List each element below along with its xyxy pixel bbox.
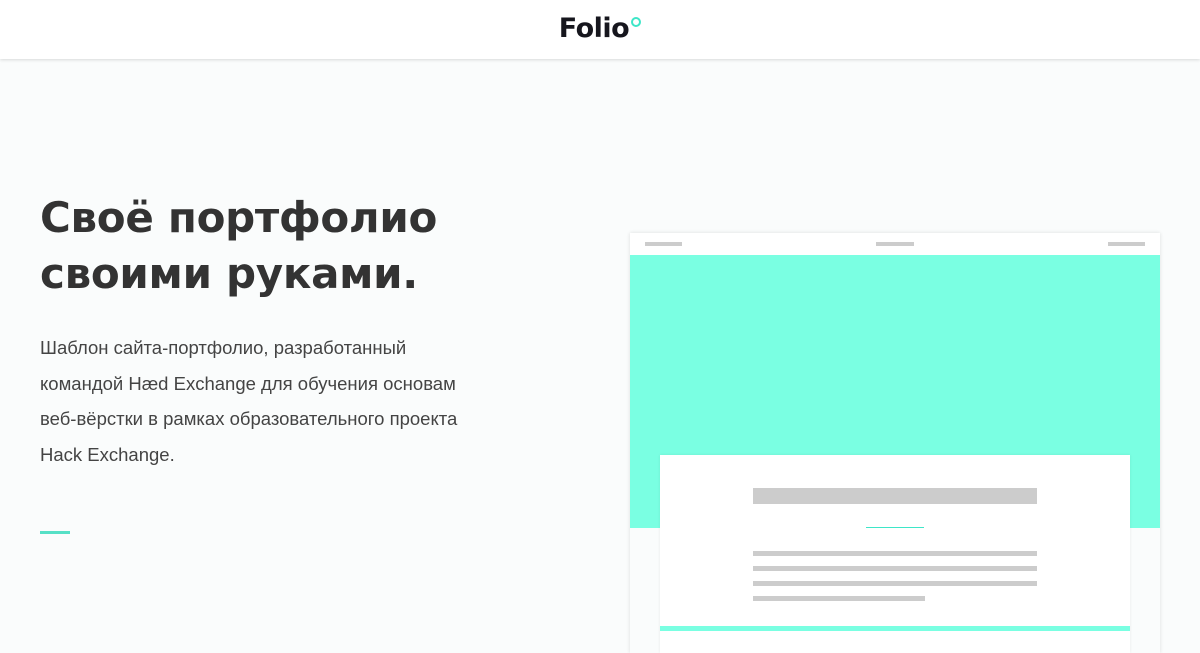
hero-headline-line-2: своими руками.	[40, 249, 418, 298]
hero-headline-line-1: Своё портфолио	[40, 193, 438, 242]
mockup-text-line	[753, 581, 1037, 586]
mockup-text-line	[753, 566, 1037, 571]
logo-text: Folio	[558, 13, 630, 44]
logo[interactable]: Folio	[0, 12, 1200, 46]
hero-description-line-1: Шаблон сайта-портфолио, разработанный	[40, 337, 407, 358]
hero-description: Шаблон сайта-портфолио, разработанный ко…	[40, 330, 510, 472]
site-header: Folio	[0, 0, 1200, 59]
mockup-text-line	[753, 551, 1037, 556]
mockup-accent-line	[866, 527, 924, 528]
mockup-nav-placeholder-right	[1108, 242, 1145, 246]
website-mockup	[630, 233, 1160, 653]
mockup-nav-placeholder-left	[645, 242, 682, 246]
mockup-title-placeholder	[753, 488, 1037, 504]
hero-description-line-3: веб-вёрстки в рамках образовательного пр…	[40, 408, 458, 429]
mockup-card-accent-bar	[660, 626, 1130, 631]
mockup-nav-placeholder-center	[876, 242, 914, 246]
hero-headline: Своё портфолио своими руками.	[40, 190, 560, 302]
mockup-text-line	[753, 596, 925, 601]
ring-dot-icon	[631, 17, 642, 27]
accent-divider	[40, 531, 70, 534]
mockup-content-card	[660, 455, 1130, 653]
hero-description-line-4: Hack Exchange.	[40, 443, 175, 465]
mockup-nav	[630, 233, 1160, 255]
hero-description-line-2: командой Hæd Exchange для обучения основ…	[40, 372, 456, 394]
